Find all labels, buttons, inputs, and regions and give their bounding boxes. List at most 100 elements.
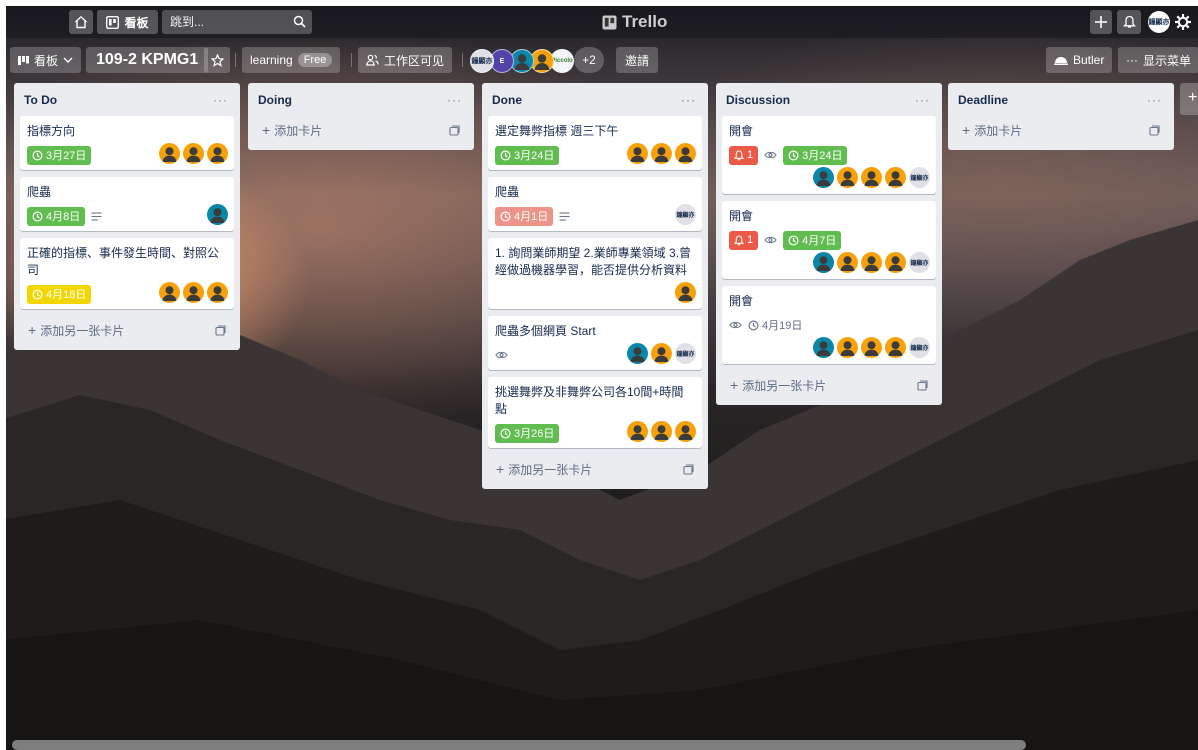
member-avatar[interactable]: [651, 421, 672, 442]
member-avatar[interactable]: [885, 252, 906, 273]
member-avatar[interactable]: [837, 252, 858, 273]
create-from-template-button[interactable]: [1149, 124, 1160, 136]
member-avatar[interactable]: [159, 143, 180, 164]
member-initials-avatar[interactable]: 鐘顯亦: [909, 167, 930, 188]
member-avatar[interactable]: [183, 282, 204, 303]
list-header[interactable]: Discussion ···: [722, 83, 936, 116]
member-avatar[interactable]: [813, 167, 834, 188]
card[interactable]: 爬蟲 4月8日: [20, 177, 234, 231]
due-date-badge[interactable]: 4月18日: [27, 284, 92, 304]
member-avatar[interactable]: [651, 343, 672, 364]
list-title[interactable]: Done: [492, 93, 522, 107]
member-initials-avatar[interactable]: 鐘顯亦: [909, 337, 930, 358]
board-title[interactable]: 109-2 KPMG1: [86, 47, 209, 73]
member-initials-avatar[interactable]: 鐘顯亦: [675, 204, 696, 225]
due-date-badge[interactable]: 3月24日: [495, 145, 560, 165]
add-card-button[interactable]: + 添加卡片: [254, 116, 468, 144]
member-initials-avatar[interactable]: 鐘顯亦: [909, 252, 930, 273]
create-from-template-button[interactable]: [917, 379, 928, 391]
member-avatar[interactable]: [675, 143, 696, 164]
board-view-switcher[interactable]: 看板: [10, 47, 82, 73]
list-header[interactable]: Doing ···: [254, 83, 468, 116]
visibility-button[interactable]: 工作区可见: [358, 47, 453, 73]
list-menu-button[interactable]: ···: [681, 93, 696, 107]
member-avatar[interactable]: [885, 167, 906, 188]
member-avatar[interactable]: [627, 421, 648, 442]
due-date-badge[interactable]: 3月27日: [27, 145, 92, 165]
member-avatar[interactable]: [813, 252, 834, 273]
user-avatar[interactable]: 鐘顯亦: [1148, 11, 1170, 33]
member-avatar[interactable]: [861, 252, 882, 273]
card[interactable]: 爬蟲多個網頁 Start 鐘顯亦: [488, 316, 702, 370]
home-button[interactable]: [69, 10, 93, 34]
trello-logo[interactable]: Trello: [602, 12, 667, 32]
member-avatar[interactable]: [885, 337, 906, 358]
card[interactable]: 開會 1 3月24日 鐘顯亦: [722, 116, 936, 194]
list-header[interactable]: To Do ···: [20, 83, 234, 116]
add-list-button[interactable]: +: [1180, 83, 1198, 115]
due-date-badge[interactable]: 4月19日: [748, 316, 802, 335]
add-card-button[interactable]: + 添加另一张卡片: [20, 316, 234, 344]
jump-to-search[interactable]: [162, 10, 312, 34]
create-from-template-button[interactable]: [215, 324, 226, 336]
workspace-button[interactable]: learning Free: [242, 47, 341, 73]
more-members-badge[interactable]: +2: [574, 47, 604, 73]
list-title[interactable]: Doing: [258, 93, 292, 107]
card[interactable]: 開會 4月19日 鐘顯亦: [722, 286, 936, 364]
member-avatar[interactable]: [207, 143, 228, 164]
create-button[interactable]: [1090, 10, 1112, 34]
list-title[interactable]: Deadline: [958, 93, 1008, 107]
notifications-button[interactable]: [1117, 10, 1141, 34]
member-avatar[interactable]: [651, 143, 672, 164]
list-title[interactable]: To Do: [24, 93, 57, 107]
card[interactable]: 挑選舞弊及非舞弊公司各10間+時間點 3月26日: [488, 377, 702, 448]
list-header[interactable]: Done ···: [488, 83, 702, 116]
due-date-badge[interactable]: 4月8日: [27, 206, 86, 226]
settings-button[interactable]: [1174, 13, 1192, 34]
boards-button[interactable]: 看板: [97, 10, 158, 34]
member-avatar[interactable]: [159, 282, 180, 303]
member-initials-avatar[interactable]: 鐘顯亦: [675, 343, 696, 364]
member-avatar[interactable]: [183, 143, 204, 164]
search-icon[interactable]: [293, 15, 306, 28]
list-title[interactable]: Discussion: [726, 93, 790, 107]
create-from-template-button[interactable]: [683, 463, 694, 475]
member-avatar[interactable]: [207, 282, 228, 303]
list-header[interactable]: Deadline ···: [954, 83, 1168, 116]
card[interactable]: 爬蟲 4月1日 鐘顯亦: [488, 177, 702, 231]
card[interactable]: 選定舞弊指標 週三下午 3月24日: [488, 116, 702, 170]
horizontal-scrollbar[interactable]: [12, 740, 1026, 750]
member-avatar[interactable]: [837, 167, 858, 188]
list-menu-button[interactable]: ···: [447, 93, 462, 107]
star-board-button[interactable]: [204, 47, 230, 73]
butler-button[interactable]: Butler: [1046, 47, 1113, 73]
card[interactable]: 1. 詢問業師期望 2.業師專業領域 3.曾經做過機器學習，能否提供分析資料: [488, 238, 702, 309]
jump-to-input[interactable]: [170, 15, 282, 29]
invite-button[interactable]: 邀請: [616, 47, 658, 73]
due-date-badge[interactable]: 4月1日: [495, 206, 554, 226]
member-avatar[interactable]: [675, 282, 696, 303]
member-avatar[interactable]: [207, 204, 228, 225]
card[interactable]: 開會 1 4月7日 鐘顯亦: [722, 201, 936, 279]
member-avatar[interactable]: [627, 143, 648, 164]
create-from-template-button[interactable]: [449, 124, 460, 136]
board-member-avatar[interactable]: 鐘顯亦: [470, 49, 494, 73]
member-avatar[interactable]: [837, 337, 858, 358]
list-menu-button[interactable]: ···: [915, 93, 930, 107]
list-menu-button[interactable]: ···: [1147, 93, 1162, 107]
add-card-button[interactable]: + 添加另一张卡片: [488, 455, 702, 483]
due-date-badge[interactable]: 3月26日: [495, 423, 560, 443]
member-avatar[interactable]: [861, 167, 882, 188]
due-date-badge[interactable]: 3月24日: [783, 145, 848, 165]
member-avatar[interactable]: [627, 343, 648, 364]
card[interactable]: 正確的指標、事件發生時間、對照公司 4月18日: [20, 238, 234, 309]
add-card-button[interactable]: + 添加卡片: [954, 116, 1168, 144]
show-menu-button[interactable]: ··· 显示菜单: [1118, 47, 1198, 73]
member-avatar[interactable]: [675, 421, 696, 442]
card[interactable]: 指標方向 3月27日: [20, 116, 234, 170]
member-avatar[interactable]: [813, 337, 834, 358]
member-avatar[interactable]: [861, 337, 882, 358]
due-date-badge[interactable]: 4月7日: [783, 230, 842, 250]
add-card-button[interactable]: + 添加另一张卡片: [722, 371, 936, 399]
list-menu-button[interactable]: ···: [213, 93, 228, 107]
